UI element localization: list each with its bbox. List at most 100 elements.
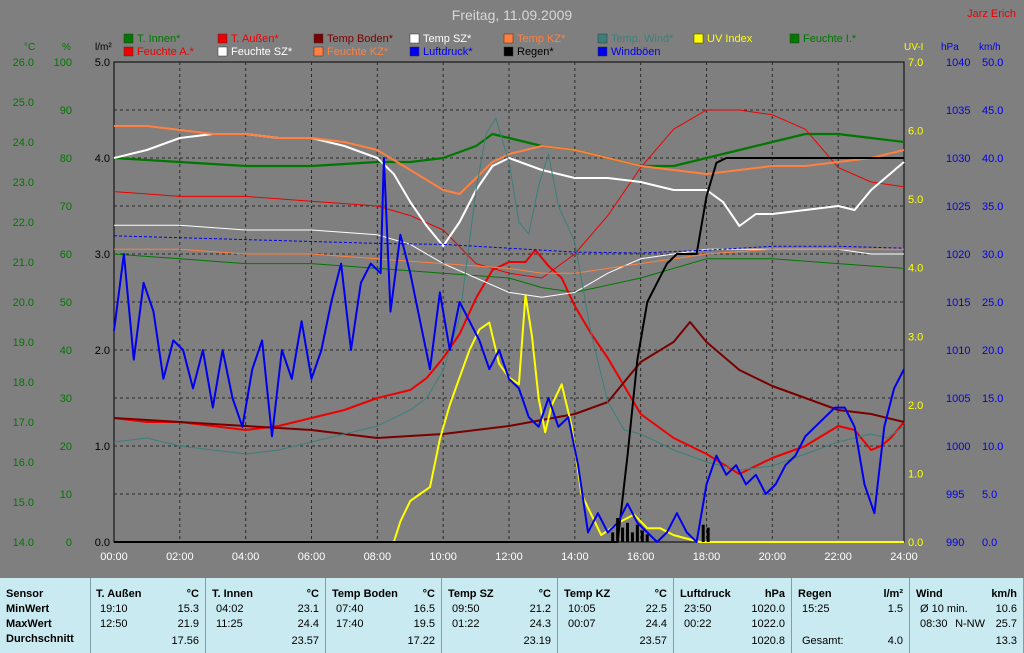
- axis-tick-hum: 50: [60, 297, 72, 309]
- table-col-title: Regen: [798, 588, 832, 600]
- axis-tick-uv: 2.0: [908, 400, 923, 412]
- table-col-unit: °C: [422, 588, 435, 600]
- table-col-unit: °C: [654, 588, 667, 600]
- legend-label: Temp Boden*: [327, 33, 394, 45]
- table-avg-value: 17.22: [407, 635, 435, 647]
- table-max-value: 24.3: [529, 618, 551, 630]
- axis-tick-temp: 17.0: [13, 417, 34, 429]
- axis-tick-rain: 2.0: [95, 345, 110, 357]
- table-column: T. Innen °C 04:02 23.1 11:25 24.4 23.57: [206, 578, 326, 653]
- axis-tick-rain: 3.0: [95, 249, 110, 261]
- legend-swatch: [503, 33, 514, 44]
- axis-tick-wind: 45.0: [982, 105, 1003, 117]
- axis-tick-press: 1000: [946, 441, 970, 453]
- axis-tick-wind: 35.0: [982, 201, 1003, 213]
- axis-tick-press: 1005: [946, 393, 970, 405]
- legend-swatch: [409, 46, 420, 57]
- legend-label: Temp KZ*: [517, 33, 566, 45]
- axis-unit-uv: UV-I: [904, 42, 923, 53]
- table-min-time: 19:10: [100, 603, 128, 615]
- x-tick-label: 02:00: [166, 551, 194, 563]
- axis-tick-temp: 26.0: [13, 57, 34, 69]
- table-min-time: 10:05: [568, 603, 596, 615]
- legend-label: Feuchte A.*: [137, 46, 195, 58]
- legend-swatch: [217, 46, 228, 57]
- table-min-value: 16.5: [413, 603, 435, 615]
- table-max-time: 00:07: [568, 618, 596, 630]
- table-max-time: 17:40: [336, 618, 364, 630]
- table-col-unit: hPa: [764, 588, 785, 600]
- table-row-label: MaxWert: [6, 618, 52, 630]
- axis-tick-hum: 100: [54, 57, 72, 69]
- axis-tick-hum: 70: [60, 201, 72, 213]
- axis-tick-temp: 24.0: [13, 137, 34, 149]
- table-min-time: Ø 10 min.: [920, 603, 968, 615]
- axis-tick-temp: 19.0: [13, 337, 34, 349]
- axis-tick-temp: 14.0: [13, 537, 34, 549]
- axis-tick-press: 1010: [946, 345, 970, 357]
- table-avg-value: 4.0: [887, 635, 903, 647]
- table-column: Luftdruck hPa 23:50 1020.0 00:22 1022.0 1020.8: [674, 578, 792, 653]
- rain-bar: [706, 527, 710, 542]
- x-tick-label: 00:00: [100, 551, 128, 563]
- axis-tick-rain: 4.0: [95, 153, 110, 165]
- axis-tick-temp: 21.0: [13, 257, 34, 269]
- axis-tick-hum: 30: [60, 393, 72, 405]
- axis-tick-wind: 20.0: [982, 345, 1003, 357]
- legend-label: Windböen: [611, 46, 661, 58]
- x-tick-label: 20:00: [759, 551, 787, 563]
- x-tick-label: 16:00: [627, 551, 655, 563]
- axis-tick-uv: 5.0: [908, 194, 923, 206]
- axis-tick-hum: 10: [60, 489, 72, 501]
- table-min-value: 10.6: [995, 603, 1017, 615]
- table-column: Temp SZ °C 09:50 21.2 01:22 24.3 23.19: [442, 578, 558, 653]
- legend-swatch: [313, 46, 324, 57]
- axis-tick-wind: 25.0: [982, 297, 1003, 309]
- axis-tick-hum: 20: [60, 441, 72, 453]
- axis-tick-wind: 50.0: [982, 57, 1003, 69]
- table-avg-value: 13.3: [995, 635, 1017, 647]
- table-col-unit: l/m²: [883, 588, 903, 600]
- rain-bar: [701, 524, 705, 542]
- axis-tick-wind: 40.0: [982, 153, 1003, 165]
- axis-tick-uv: 3.0: [908, 331, 923, 343]
- table-min-time: 07:40: [336, 603, 364, 615]
- table-column: Temp KZ °C 10:05 22.5 00:07 24.4 23.57: [558, 578, 674, 653]
- table-min-time: 04:02: [216, 603, 244, 615]
- x-tick-label: 04:00: [232, 551, 260, 563]
- axis-tick-press: 995: [946, 489, 964, 501]
- legend-swatch: [123, 46, 134, 57]
- table-column: Temp Boden °C 07:40 16.5 17:40 19.5 17.22: [326, 578, 442, 653]
- legend-swatch: [597, 46, 608, 57]
- table-max-value: 24.4: [297, 618, 319, 630]
- legend-swatch: [313, 33, 324, 44]
- axis-tick-press: 1015: [946, 297, 970, 309]
- axis-tick-uv: 0.0: [908, 537, 923, 549]
- legend-label: Feuchte SZ*: [231, 46, 293, 58]
- axis-tick-wind: 0.0: [982, 537, 997, 549]
- axis-tick-wind: 10.0: [982, 441, 1003, 453]
- axis-tick-wind: 15.0: [982, 393, 1003, 405]
- table-max-value: 25.7: [995, 618, 1017, 630]
- legend-label: Regen*: [517, 46, 554, 58]
- x-tick-label: 24:00: [890, 551, 918, 563]
- rain-bar: [611, 532, 615, 542]
- table-min-time: 15:25: [802, 603, 830, 615]
- rain-bar: [635, 524, 639, 542]
- table-avg-value: 1020.8: [751, 635, 785, 647]
- table-column: T. Außen °C 19:10 15.3 12:50 21.9 17.56: [90, 578, 206, 653]
- rain-bar: [640, 530, 644, 542]
- rain-bar: [626, 522, 629, 542]
- legend-label: T. Außen*: [231, 33, 279, 45]
- x-tick-label: 10:00: [429, 551, 457, 563]
- axis-tick-temp: 15.0: [13, 497, 34, 509]
- axis-tick-hum: 40: [60, 345, 72, 357]
- table-max-time: 12:50: [100, 618, 128, 630]
- table-max-value: 19.5: [413, 618, 435, 630]
- legend-swatch: [217, 33, 228, 44]
- axis-tick-temp: 25.0: [13, 97, 34, 109]
- x-tick-label: 08:00: [364, 551, 392, 563]
- table-col-unit: km/h: [991, 588, 1017, 600]
- x-tick-label: 14:00: [561, 551, 589, 563]
- stats-table: Sensor MinWert MaxWert Durchschnitt T. Außen…: [0, 578, 1024, 653]
